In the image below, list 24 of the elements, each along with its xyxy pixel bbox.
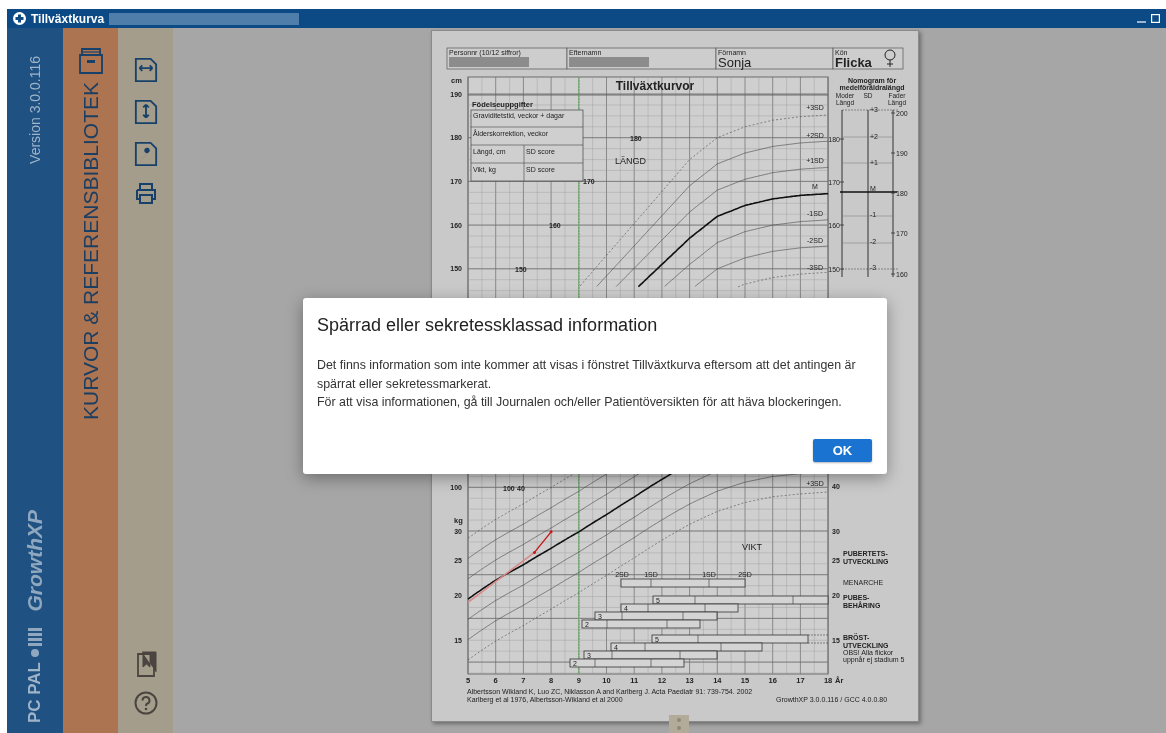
drag-handle[interactable] [669,715,689,733]
chart-title: Tillväxtkurvor [615,79,694,93]
library-tab[interactable]: KURVOR & REFERENSBIBLIOTEK [78,82,103,421]
section-label: VIKT [741,542,762,552]
archive-box-icon [78,48,103,74]
app-icon [13,12,26,25]
fit-width-icon[interactable] [133,56,158,84]
dashed-extension [807,634,828,644]
dialog-title: Spärrad eller sekretessklassad information [317,315,659,336]
ok-button[interactable]: OK [813,439,872,462]
dialog-message: Det finns information som inte kommer att visas i fönstret Tillväxtkurva eftersom att det antingen är spärrat eller sekretessmarkerat. [317,357,857,393]
dialog-message: För att visa informationen, gå till Journalen och/eller Patientöversikten för att häva blockeringen. [317,394,843,411]
vendor-name: PC PAL [25,661,45,723]
product-name: GrowthXP [23,510,47,612]
maximize-icon[interactable] [1151,14,1160,23]
fit-height-icon[interactable] [133,98,158,126]
version-label: Version 3.0.0.116 [27,56,43,164]
figures-logo-icon [25,625,45,658]
section-label: LÄNGD [614,156,646,166]
female-symbol-icon [884,49,895,68]
help-icon[interactable] [133,691,158,715]
printer-icon[interactable] [134,182,157,204]
window-title: Tillväxtkurva [31,11,105,26]
bookmark-icon[interactable] [134,651,157,677]
